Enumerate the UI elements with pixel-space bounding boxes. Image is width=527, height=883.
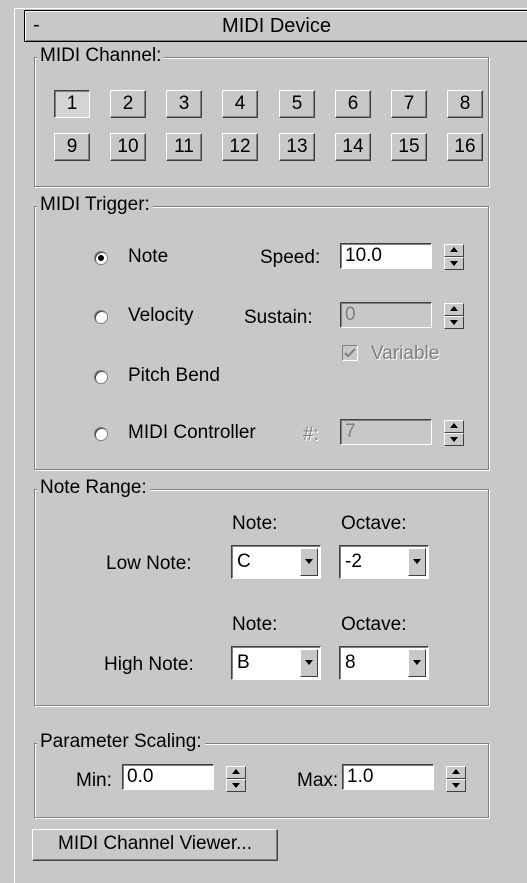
spinner-down-arrow-icon[interactable]	[444, 257, 464, 270]
low-octave-header: Octave:	[341, 513, 407, 534]
pitch-bend-radio[interactable]	[94, 370, 108, 384]
checkmark-icon	[344, 348, 356, 358]
midi-controller-radio[interactable]	[94, 427, 108, 441]
parameter-scaling-group-label: Parameter Scaling:	[37, 732, 205, 752]
channel-button-10[interactable]: 10	[110, 133, 146, 161]
max-spinner[interactable]	[446, 766, 466, 792]
channel-button-5[interactable]: 5	[279, 90, 315, 118]
rollout-title: MIDI Device	[222, 15, 331, 37]
channel-button-6[interactable]: 6	[335, 90, 371, 118]
channel-button-9[interactable]: 9	[54, 133, 90, 161]
channel-button-16[interactable]: 16	[447, 133, 483, 161]
midi-channel-group-label: MIDI Channel:	[37, 46, 165, 66]
midi-controller-radio-label[interactable]: MIDI Controller	[128, 422, 256, 444]
min-spinner[interactable]	[226, 766, 246, 792]
low-octave-value: -2	[345, 551, 362, 572]
sustain-field[interactable]: 0	[340, 302, 432, 328]
channel-button-1[interactable]: 1	[54, 90, 90, 118]
spinner-down-arrow-icon[interactable]	[226, 779, 246, 792]
channel-button-15[interactable]: 15	[391, 133, 427, 161]
min-label: Min:	[76, 770, 112, 791]
min-field[interactable]: 0.0	[122, 764, 214, 790]
channel-button-12[interactable]: 12	[222, 133, 258, 161]
note-radio[interactable]	[94, 251, 108, 265]
spinner-up-arrow-icon[interactable]	[446, 766, 466, 779]
dropdown-arrow-icon[interactable]	[300, 649, 318, 677]
spinner-up-arrow-icon[interactable]	[444, 244, 464, 257]
high-octave-dropdown[interactable]: 8	[339, 646, 429, 680]
channel-button-2[interactable]: 2	[110, 90, 146, 118]
speed-label: Speed:	[260, 247, 321, 268]
controller-spinner[interactable]	[444, 420, 464, 446]
radio-selected-dot	[98, 255, 104, 261]
low-note-dropdown[interactable]: C	[231, 545, 321, 579]
high-octave-header: Octave:	[341, 614, 407, 635]
note-radio-label[interactable]: Note	[128, 246, 168, 268]
velocity-radio[interactable]	[94, 310, 108, 324]
midi-channel-group	[34, 57, 489, 187]
dropdown-arrow-icon[interactable]	[300, 548, 318, 576]
spinner-up-arrow-icon[interactable]	[444, 420, 464, 433]
max-label: Max:	[297, 770, 339, 791]
channel-button-13[interactable]: 13	[279, 133, 315, 161]
spinner-down-arrow-icon[interactable]	[444, 433, 464, 446]
high-note-dropdown[interactable]: B	[231, 646, 321, 680]
channel-button-3[interactable]: 3	[166, 90, 202, 118]
low-note-header: Note:	[232, 513, 278, 534]
midi-channel-viewer-button[interactable]: MIDI Channel Viewer...	[32, 829, 278, 861]
channel-button-8[interactable]: 8	[447, 90, 483, 118]
spinner-up-arrow-icon[interactable]	[226, 766, 246, 779]
speed-spinner[interactable]	[444, 244, 464, 270]
low-note-value: C	[237, 551, 251, 572]
variable-checkbox[interactable]	[342, 345, 358, 361]
midi-trigger-group-label: MIDI Trigger:	[37, 195, 153, 215]
sustain-spinner[interactable]	[444, 303, 464, 329]
speed-field[interactable]: 10.0	[340, 243, 432, 269]
dropdown-arrow-icon[interactable]	[408, 649, 426, 677]
low-note-label: Low Note:	[106, 553, 192, 574]
high-note-value: B	[237, 652, 250, 673]
spinner-down-arrow-icon[interactable]	[446, 779, 466, 792]
variable-label: Variable	[371, 343, 440, 364]
note-range-group-label: Note Range:	[37, 478, 150, 498]
high-octave-value: 8	[345, 652, 356, 673]
sustain-label: Sustain:	[244, 307, 313, 328]
rollout-header[interactable]: - MIDI Device	[24, 10, 527, 42]
high-note-header: Note:	[232, 614, 278, 635]
channel-button-7[interactable]: 7	[391, 90, 427, 118]
spinner-down-arrow-icon[interactable]	[444, 316, 464, 329]
velocity-radio-label[interactable]: Velocity	[128, 305, 193, 327]
spinner-up-arrow-icon[interactable]	[444, 303, 464, 316]
channel-button-14[interactable]: 14	[335, 133, 371, 161]
pitch-bend-radio-label[interactable]: Pitch Bend	[128, 365, 220, 387]
high-note-label: High Note:	[104, 654, 194, 675]
dropdown-arrow-icon[interactable]	[408, 548, 426, 576]
controller-number-label: #:	[303, 424, 319, 445]
channel-button-11[interactable]: 11	[166, 133, 202, 161]
channel-button-4[interactable]: 4	[222, 90, 258, 118]
low-octave-dropdown[interactable]: -2	[339, 545, 429, 579]
controller-number-field[interactable]: 7	[340, 419, 432, 445]
max-field[interactable]: 1.0	[342, 764, 434, 790]
